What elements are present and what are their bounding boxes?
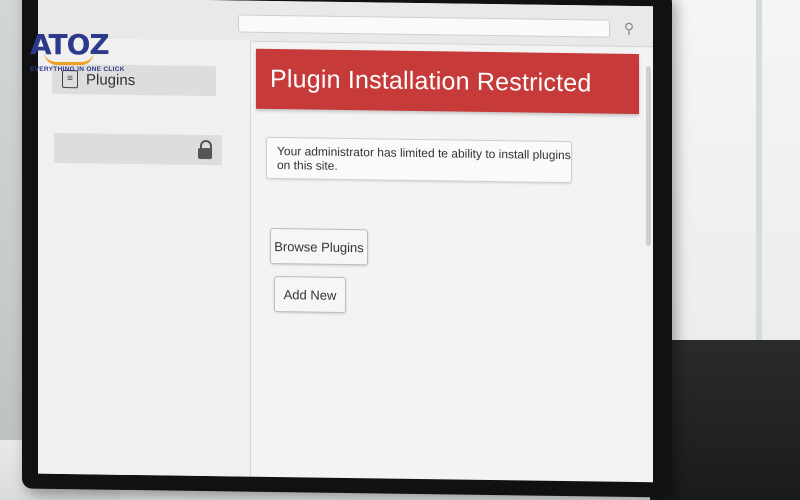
notice-box: Your administrator has limited te abilit… bbox=[266, 136, 572, 184]
lock-icon bbox=[196, 139, 214, 160]
sidebar: ≡ Plugins bbox=[38, 37, 251, 477]
window-frame bbox=[756, 0, 762, 340]
browse-plugins-button[interactable]: Browse Plugins bbox=[270, 227, 368, 266]
sidebar-item-locked[interactable] bbox=[54, 132, 222, 166]
logo-tagline: EVERYTHING IN ONE CLICK bbox=[30, 66, 125, 73]
search-icon[interactable]: ⚲ bbox=[620, 19, 638, 37]
page-title: Plugin Installation Restricted bbox=[270, 64, 592, 97]
scrollbar[interactable] bbox=[646, 66, 651, 247]
background-desk bbox=[650, 340, 800, 500]
address-bar[interactable] bbox=[238, 14, 610, 38]
background-window bbox=[650, 0, 800, 340]
notice-text: Your administrator has limited te abilit… bbox=[277, 144, 571, 173]
logo-swoosh-icon bbox=[44, 52, 94, 65]
main-content: Plugin Installation Restricted Your admi… bbox=[250, 41, 653, 483]
error-banner: Plugin Installation Restricted bbox=[256, 48, 639, 115]
add-new-button[interactable]: Add New bbox=[274, 275, 346, 313]
brand-logo: ATOZ EVERYTHING IN ONE CLICK bbox=[30, 30, 140, 80]
